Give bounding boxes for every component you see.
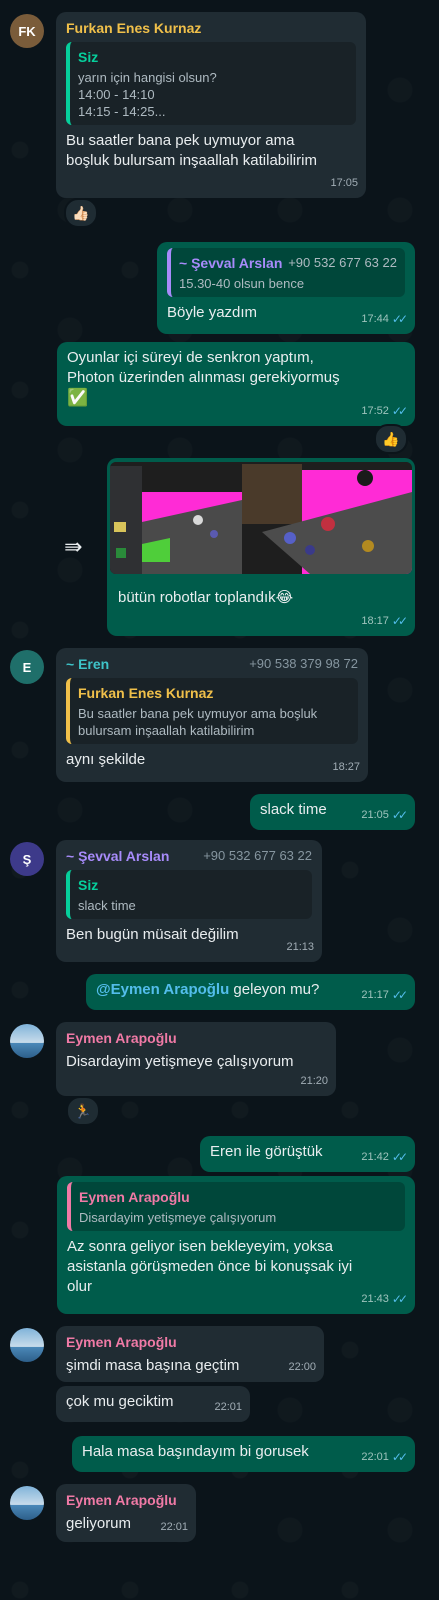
quote-line: Bu saatler bana pek uymuyor ama boşluk	[78, 706, 318, 721]
message-text: Photon üzerinden alınması gerekiyormuş	[67, 369, 340, 386]
quote-line: bulursam inşaallah katilabilirim	[78, 723, 255, 738]
outgoing-message[interactable]: Eren ile görüştük 21:42 ✓✓	[200, 1136, 415, 1172]
outgoing-message[interactable]: slack time 21:05 ✓✓	[250, 794, 415, 830]
quote-author: Siz	[78, 877, 99, 893]
reaction-badge[interactable]: 👍	[374, 424, 408, 454]
message-time: 21:17 ✓✓	[361, 985, 408, 1005]
outgoing-photo-message[interactable]: bütün robotlar toplandık😂 18:17 ✓✓	[107, 458, 415, 636]
quote-line: yarın için hangisi olsun?	[78, 70, 217, 85]
outgoing-message[interactable]: Eymen Arapoğlu Disardayim yetişmeye çalı…	[57, 1176, 415, 1314]
avatar[interactable]	[10, 1328, 44, 1362]
read-ticks-icon: ✓✓	[391, 1292, 408, 1306]
message-time: 22:01	[214, 1401, 242, 1413]
incoming-message[interactable]: Eymen Arapoğlu Disardayim yetişmeye çalı…	[56, 1022, 336, 1096]
message-time: 21:13	[286, 941, 314, 953]
quoted-message[interactable]: ~ Şevval Arslan +90 532 677 63 22 15.30-…	[167, 248, 405, 297]
message-text: boşluk bulursam inşaallah katilabilirim	[66, 152, 317, 169]
incoming-message[interactable]: Eymen Arapoğlu geliyorum 22:01	[56, 1484, 196, 1542]
message-text: asistanla görüşmeden önce bi konuşsak iy…	[67, 1258, 353, 1275]
outgoing-message[interactable]: @Eymen Arapoğlu geleyon mu? 21:17 ✓✓	[86, 974, 415, 1010]
sender-name[interactable]: Eymen Arapoğlu	[66, 1332, 314, 1352]
message-time: 17:05	[330, 177, 358, 189]
avatar[interactable]: E	[10, 650, 44, 684]
message-time: 21:42 ✓✓	[361, 1147, 408, 1167]
incoming-message[interactable]: Furkan Enes Kurnaz Siz yarın için hangis…	[56, 12, 366, 198]
quote-line: slack time	[78, 898, 136, 913]
read-ticks-icon: ✓✓	[391, 808, 408, 822]
read-ticks-icon: ✓✓	[391, 614, 408, 628]
quote-line: Disardayim yetişmeye çalışıyorum	[79, 1210, 277, 1225]
message-text: Ben bugün müsait değilim	[66, 926, 239, 943]
sender-phone: +90 532 677 63 22	[203, 848, 312, 863]
message-text: olur	[67, 1278, 93, 1295]
sender-name[interactable]: ~ Şevval Arslan +90 532 677 63 22	[66, 846, 312, 866]
quote-line: 14:15 - 14:25...	[78, 104, 166, 119]
check-emoji: ✅	[67, 388, 89, 407]
incoming-message[interactable]: çok mu geciktim 22:01	[56, 1386, 250, 1422]
read-ticks-icon: ✓✓	[391, 988, 408, 1002]
message-text: Hala masa başındayım bi gorusek	[82, 1443, 309, 1460]
reaction-badge[interactable]: 👍🏻	[64, 198, 98, 228]
message-time: 22:00	[288, 1361, 316, 1373]
message-time: 17:52 ✓✓	[361, 401, 408, 421]
message-time: 21:43 ✓✓	[361, 1289, 408, 1309]
message-text: Az sonra geliyor isen bekleyeyim, yoksa	[67, 1238, 333, 1255]
message-time: 18:17 ✓✓	[361, 611, 408, 631]
message-text: şimdi masa başına geçtim	[66, 1357, 240, 1374]
avatar[interactable]	[10, 1024, 44, 1058]
incoming-message[interactable]: ~ Şevval Arslan +90 532 677 63 22 Siz sl…	[56, 840, 322, 962]
mention-link[interactable]: @Eymen Arapoğlu	[96, 981, 229, 998]
message-time: 17:44 ✓✓	[361, 309, 408, 329]
read-ticks-icon: ✓✓	[391, 312, 408, 326]
message-text: Oyunlar içi süreyi de senkron yaptım,	[67, 349, 314, 366]
outgoing-message[interactable]: Hala masa başındayım bi gorusek 22:01 ✓✓	[72, 1436, 415, 1472]
message-text: Disardayim yetişmeye çalışıyorum	[66, 1053, 294, 1070]
sender-name[interactable]: Eymen Arapoğlu	[66, 1490, 186, 1510]
message-time: 18:27	[332, 761, 360, 773]
share-arrow-icon[interactable]: ⇛	[64, 534, 82, 560]
quoted-message[interactable]: Eymen Arapoğlu Disardayim yetişmeye çalı…	[67, 1182, 405, 1231]
quoted-message[interactable]: Siz slack time	[66, 870, 312, 919]
read-ticks-icon: ✓✓	[391, 1150, 408, 1164]
message-time: 21:20	[300, 1075, 328, 1087]
avatar[interactable]	[10, 1486, 44, 1520]
incoming-message[interactable]: ~ Eren +90 538 379 98 72 Furkan Enes Kur…	[56, 648, 368, 782]
sender-name[interactable]: ~ Eren +90 538 379 98 72	[66, 654, 358, 674]
quote-line: 15.30-40 olsun bence	[179, 276, 305, 291]
message-text: @Eymen Arapoğlu geleyon mu?	[96, 981, 320, 998]
sender-phone: +90 538 379 98 72	[249, 656, 358, 671]
message-text: Bu saatler bana pek uymuyor ama	[66, 132, 295, 149]
game-screenshot-image[interactable]	[110, 462, 412, 574]
avatar[interactable]: FK	[10, 14, 44, 48]
quoted-message[interactable]: Siz yarın için hangisi olsun? 14:00 - 14…	[66, 42, 356, 125]
read-ticks-icon: ✓✓	[391, 404, 408, 418]
quote-author: Furkan Enes Kurnaz	[78, 685, 214, 701]
outgoing-message[interactable]: Oyunlar içi süreyi de senkron yaptım, Ph…	[57, 342, 415, 426]
message-time: 22:01	[160, 1521, 188, 1533]
read-ticks-icon: ✓✓	[391, 1450, 408, 1464]
sender-name[interactable]: Eymen Arapoğlu	[66, 1028, 326, 1048]
quote-line: 14:00 - 14:10	[78, 87, 155, 102]
quote-author: Siz	[78, 49, 99, 65]
message-time: 22:01 ✓✓	[361, 1447, 408, 1467]
quote-author: Eymen Arapoğlu	[79, 1189, 190, 1205]
message-time: 21:05 ✓✓	[361, 805, 408, 825]
reaction-badge[interactable]: 🏃	[66, 1096, 100, 1126]
photo-caption: bütün robotlar toplandık😂	[118, 589, 294, 606]
quote-author: ~ Şevval Arslan +90 532 677 63 22	[179, 255, 397, 271]
outgoing-message[interactable]: ~ Şevval Arslan +90 532 677 63 22 15.30-…	[157, 242, 415, 334]
sender-name[interactable]: Furkan Enes Kurnaz	[66, 18, 356, 38]
quoted-message[interactable]: Furkan Enes Kurnaz Bu saatler bana pek u…	[66, 678, 358, 744]
incoming-message[interactable]: Eymen Arapoğlu şimdi masa başına geçtim …	[56, 1326, 324, 1382]
avatar[interactable]: Ş	[10, 842, 44, 876]
message-text: aynı şekilde	[66, 751, 146, 768]
